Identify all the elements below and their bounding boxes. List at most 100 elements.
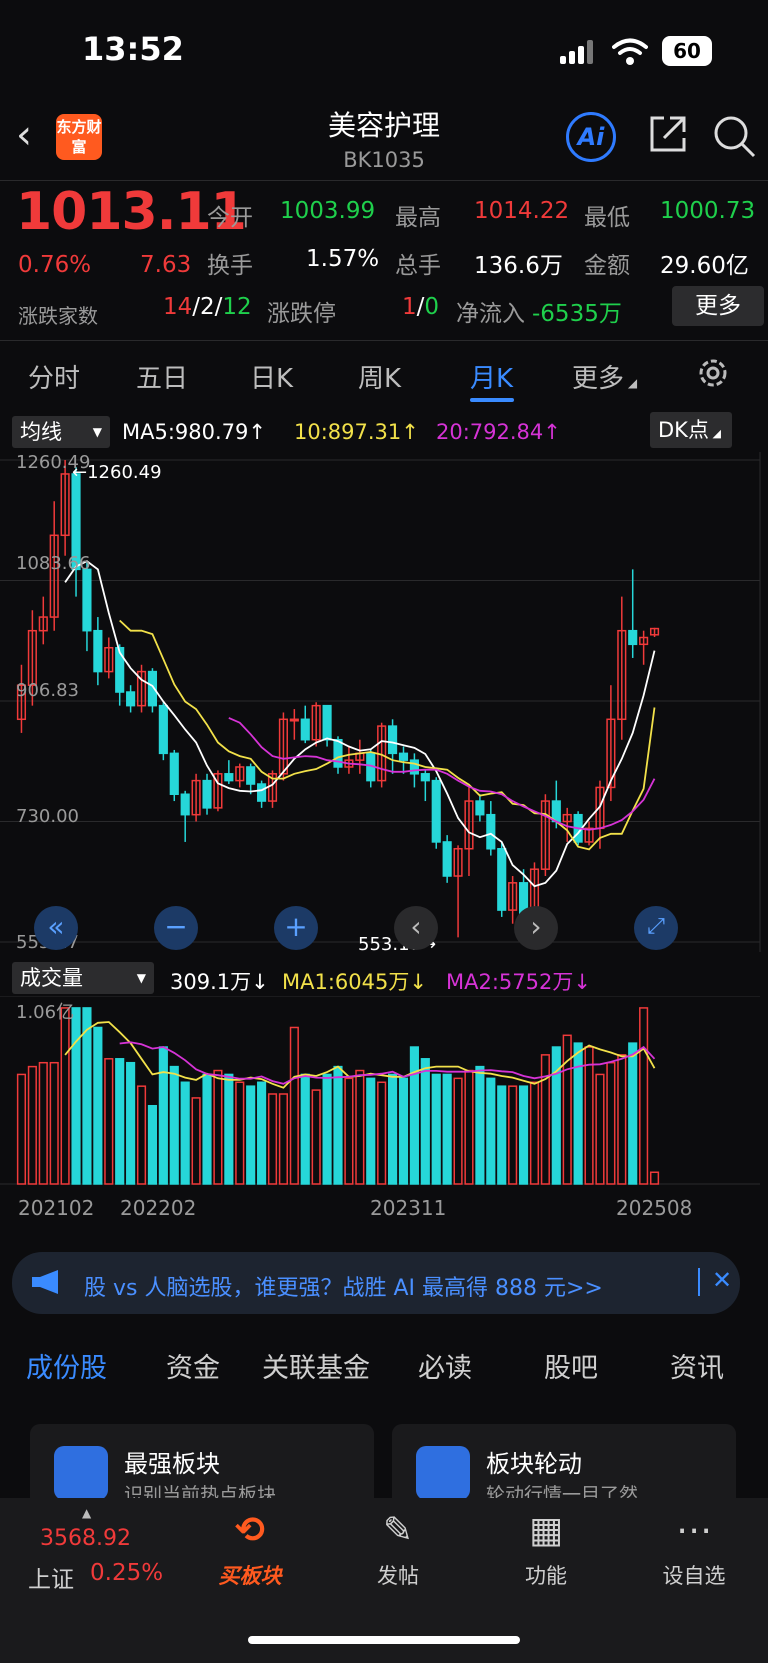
candle-body <box>224 773 234 782</box>
nav-post[interactable]: 发帖 <box>338 1560 458 1590</box>
strongest-sector-icon <box>54 1446 108 1500</box>
volume-bar <box>606 1061 616 1185</box>
volume-bar <box>224 1073 234 1185</box>
tab-must-read[interactable]: 必读 <box>418 1346 472 1385</box>
tab-funds-flow[interactable]: 资金 <box>166 1346 220 1385</box>
vol-ma1-line <box>64 1021 656 1089</box>
prev-icon[interactable]: ‹ <box>394 906 438 950</box>
settings-icon[interactable] <box>696 356 730 390</box>
volume-bar <box>355 1069 365 1185</box>
ma-select[interactable]: 均线 ▼ <box>12 416 110 448</box>
share-icon[interactable] <box>646 114 688 156</box>
candle-body <box>300 718 310 741</box>
open-value: 1003.99 <box>280 198 376 224</box>
volume-select[interactable]: 成交量 ▼ <box>12 962 154 994</box>
volume-bar <box>278 1093 288 1185</box>
volume-bar <box>191 1097 201 1185</box>
ma5-line <box>64 560 656 888</box>
tab-related-funds[interactable]: 关联基金 <box>262 1346 370 1385</box>
volume-bar <box>311 1089 321 1185</box>
candle-body <box>442 841 452 877</box>
next-icon[interactable]: › <box>514 906 558 950</box>
tab-forum[interactable]: 股吧 <box>544 1346 598 1385</box>
index-name[interactable]: 上证 <box>28 1560 74 1594</box>
vol-ma2-value: MA2:5752万↓ <box>446 970 591 994</box>
candle-body <box>628 629 638 646</box>
candle-body <box>202 779 212 809</box>
tab-five-day[interactable]: 五日 <box>136 358 188 395</box>
volume-label: 总手 <box>395 253 441 279</box>
tab-daily-k[interactable]: 日K <box>250 358 293 395</box>
volume-value: 136.6万 <box>474 253 563 279</box>
volume-bar <box>486 1077 496 1185</box>
banner-text[interactable]: 股 vs 人脑选股，谁更强？战胜 AI 最高得 888 元>> <box>84 1270 603 1302</box>
high-value: 1014.22 <box>474 198 570 224</box>
megaphone-icon <box>32 1270 58 1294</box>
candle-body <box>169 752 179 795</box>
volume-bar <box>202 1073 212 1185</box>
tab-news[interactable]: 资讯 <box>670 1346 724 1385</box>
index-value[interactable]: 3568.92 <box>40 1526 131 1551</box>
search-icon[interactable] <box>712 114 756 158</box>
index-expand-icon[interactable]: ▲ <box>82 1506 91 1520</box>
candle-body <box>158 704 168 755</box>
volume-bar <box>333 1065 343 1185</box>
tab-intraday[interactable]: 分时 <box>28 358 80 395</box>
candlestick-chart[interactable] <box>0 452 768 960</box>
nav-buy-sector[interactable]: 买板块 <box>190 1560 310 1590</box>
volume-bar <box>497 1085 507 1185</box>
wifi-icon <box>612 38 648 65</box>
tab-more[interactable]: 更多 ◢ <box>572 358 637 395</box>
edit-icon[interactable]: ✎ <box>338 1510 458 1551</box>
open-label: 今开 <box>207 205 253 231</box>
volume-bar <box>180 1081 190 1185</box>
volume-bar <box>398 1077 409 1185</box>
turnover-label: 换手 <box>207 253 253 279</box>
axis-label-l4: 730.00 <box>16 806 79 827</box>
candle-body <box>289 718 299 722</box>
close-icon[interactable]: ✕ <box>712 1266 732 1294</box>
candle-body <box>475 800 485 816</box>
low-value: 1000.73 <box>660 198 756 224</box>
volume-bar <box>431 1073 441 1185</box>
volume-bar <box>453 1077 463 1185</box>
tab-monthly-k[interactable]: 月K <box>470 358 513 395</box>
volume-value: 309.1万↓ <box>170 970 269 994</box>
volume-bar <box>104 1058 114 1185</box>
volume-bar <box>377 1081 387 1185</box>
tab-weekly-k[interactable]: 周K <box>358 358 401 395</box>
volume-bar <box>93 1026 103 1185</box>
amount-label: 金额 <box>584 253 630 279</box>
volume-bar <box>147 1104 158 1185</box>
candle-body <box>115 646 125 693</box>
zoom-out-icon[interactable]: − <box>154 906 198 950</box>
volume-bar <box>71 1007 81 1185</box>
buy-sector-icon[interactable]: ⟲ <box>190 1510 310 1551</box>
ai-icon[interactable]: Ai <box>566 112 616 162</box>
tab-constituents[interactable]: 成份股 <box>26 1346 107 1385</box>
date-label-3: 202311 <box>370 1196 447 1220</box>
vol-ma1-value: MA1:6045万↓ <box>282 970 427 994</box>
candle-body <box>93 629 103 673</box>
candle-body <box>257 783 267 802</box>
grid-icon[interactable]: ▦ <box>486 1510 606 1551</box>
volume-bar <box>529 1081 540 1185</box>
more-button[interactable]: 更多 <box>672 286 764 326</box>
candle-body <box>420 773 430 782</box>
volume-bar <box>639 1007 649 1185</box>
high-label: 最高 <box>395 205 441 231</box>
tab-underline <box>470 398 514 402</box>
volume-bar <box>540 1054 550 1185</box>
dk-point-button[interactable]: DK点 ◢ <box>650 412 732 448</box>
index-pct[interactable]: 0.25% <box>90 1560 163 1586</box>
nav-functions[interactable]: 功能 <box>486 1560 606 1590</box>
rewind-icon[interactable]: « <box>34 906 78 950</box>
limit-label: 涨跌停 <box>267 301 336 327</box>
volume-bar <box>344 1077 354 1185</box>
volume-bar <box>518 1085 529 1185</box>
nav-add-watchlist[interactable]: 设自选 <box>634 1560 754 1590</box>
candle-body <box>246 766 256 785</box>
more-circle-icon[interactable]: ⋯ <box>634 1510 754 1551</box>
zoom-in-icon[interactable]: + <box>274 906 318 950</box>
fullscreen-icon[interactable]: ⤢ <box>634 906 678 950</box>
